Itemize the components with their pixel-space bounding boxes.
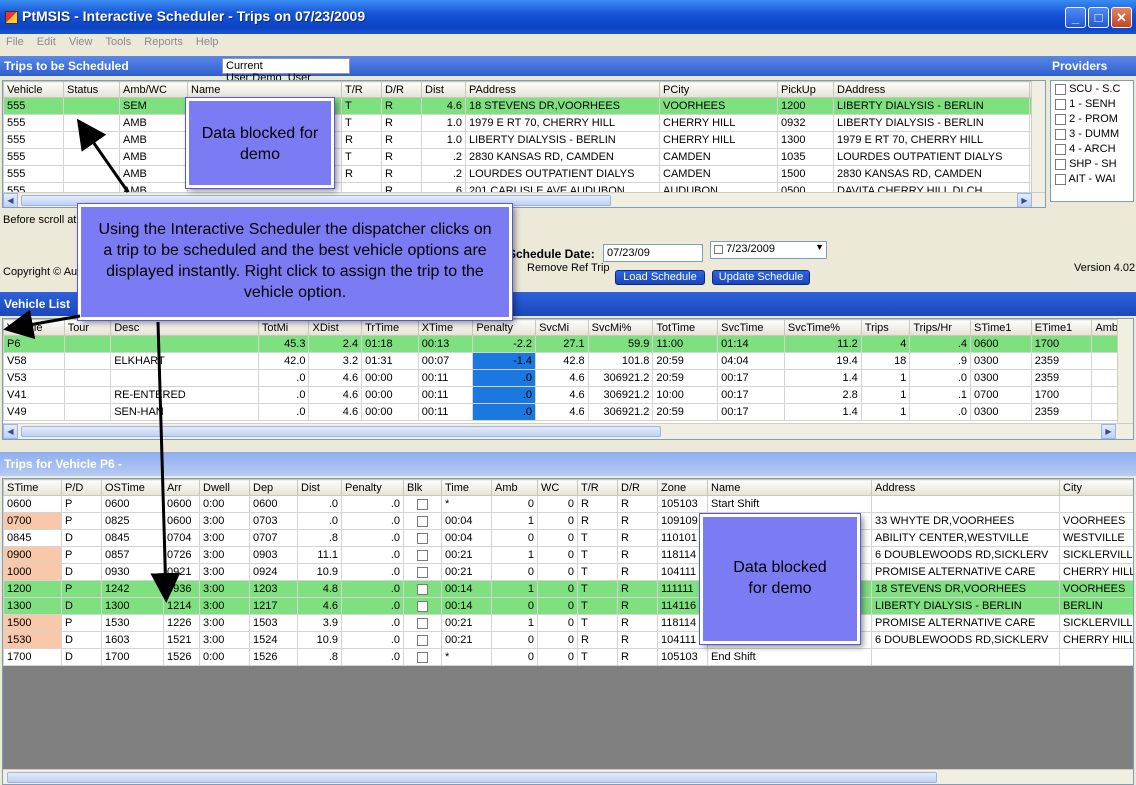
annotation-arrows [3,118,181,603]
arrow-to-arrival [150,321,181,603]
arrow-to-vehicle [3,309,81,340]
arrow-to-status [76,118,130,193]
